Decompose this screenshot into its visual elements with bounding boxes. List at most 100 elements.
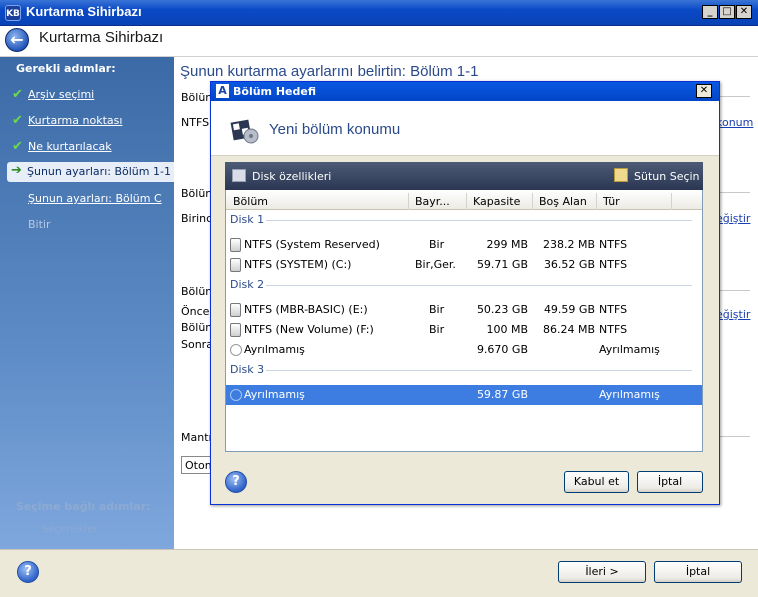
minimize-button[interactable]: _	[702, 5, 718, 19]
sidebar-step-current[interactable]: ➔ Şunun ayarları: Bölüm 1-1	[7, 162, 174, 182]
cell-type: NTFS	[599, 258, 628, 271]
sidebar-step-partition-c[interactable]: Şunun ayarları: Bölüm C	[8, 189, 174, 209]
cell-name: Ayrılmamış	[244, 388, 305, 401]
disk-properties-button[interactable]: Disk özellikleri	[252, 170, 331, 183]
dialog-title: Bölüm Hedefi	[233, 85, 316, 98]
close-button[interactable]: ✕	[736, 5, 752, 19]
sidebar-step-label: Bitir	[28, 218, 51, 231]
dialog-cancel-button[interactable]: İptal	[637, 471, 703, 493]
accept-button[interactable]: Kabul et	[564, 471, 629, 493]
partition-row[interactable]: NTFS (SYSTEM) (C:) Bir,Ger. 59.71 GB 36.…	[226, 255, 702, 275]
column-header-free[interactable]: Boş Alan	[533, 193, 597, 210]
choose-columns-button[interactable]: Sütun Seçin	[634, 170, 700, 183]
cell-capacity: 299 MB	[486, 238, 528, 251]
disk-group-label: Disk 3	[230, 363, 265, 376]
unallocated-icon	[230, 344, 242, 356]
check-icon: ✔	[12, 139, 23, 154]
partition-row[interactable]: NTFS (New Volume) (F:) Bir 100 MB 86.24 …	[226, 320, 702, 340]
partition-row[interactable]: NTFS (MBR-BASIC) (E:) Bir 50.23 GB 49.59…	[226, 300, 702, 320]
cell-flags: Bir	[429, 323, 445, 336]
app-icon: KB	[5, 5, 21, 21]
group-divider	[266, 220, 692, 221]
partition-row-unallocated-selected[interactable]: Ayrılmamış 59.87 GB Ayrılmamış	[226, 385, 702, 405]
sidebar-optional-item: Seçenekler	[42, 524, 98, 535]
disk-properties-icon	[232, 169, 246, 182]
content-title: Şunun kurtarma ayarlarını belirtin: Bölü…	[180, 63, 479, 80]
group-divider	[266, 285, 692, 286]
column-header-flags[interactable]: Bayr...	[409, 193, 467, 210]
arrow-right-icon: ➔	[11, 163, 22, 178]
disk-group-label: Disk 1	[230, 213, 265, 226]
cell-flags: Bir,Ger.	[415, 258, 456, 271]
divider	[720, 436, 750, 437]
partition-icon	[230, 258, 241, 272]
partition-icon	[230, 323, 241, 337]
partition-row-unallocated[interactable]: Ayrılmamış 9.670 GB Ayrılmamış	[226, 340, 702, 360]
cell-name: NTFS (System Reserved)	[244, 238, 380, 251]
cell-capacity: 100 MB	[486, 323, 528, 336]
column-header-capacity[interactable]: Kapasite	[467, 193, 533, 210]
cell-capacity: 50.23 GB	[476, 303, 528, 316]
cell-type: NTFS	[599, 303, 628, 316]
sidebar-step-label: Arşiv seçimi	[28, 88, 95, 101]
cell-free: 36.52 GB	[543, 258, 595, 271]
cell-free: 86.24 MB	[542, 323, 595, 336]
cell-name: NTFS (New Volume) (F:)	[244, 323, 374, 336]
sidebar-step-finish: Bitir	[8, 215, 174, 235]
cell-flags: Bir	[429, 238, 445, 251]
sidebar-step-archive[interactable]: ✔ Arşiv seçimi	[8, 85, 174, 105]
header-title: Kurtarma Sihirbazı	[39, 29, 164, 46]
column-header-type[interactable]: Tür	[597, 193, 672, 210]
cell-capacity: 9.670 GB	[476, 343, 528, 356]
check-icon: ✔	[12, 113, 23, 128]
sidebar-step-label: Kurtarma noktası	[28, 114, 123, 127]
column-header-partition[interactable]: Bölüm	[227, 193, 409, 210]
divider	[720, 96, 750, 97]
sidebar-optional-heading: Seçime bağlı adımlar:	[16, 500, 151, 513]
choose-columns-icon	[614, 168, 628, 182]
maximize-button[interactable]: □	[719, 5, 735, 19]
cell-name: Ayrılmamış	[244, 343, 305, 356]
cell-free: 238.2 MB	[542, 238, 595, 251]
next-button[interactable]: İleri >	[558, 561, 646, 583]
acronis-logo-icon: A	[216, 84, 229, 98]
sidebar-step-label: Şunun ayarları: Bölüm C	[28, 192, 162, 205]
unallocated-icon	[230, 389, 242, 401]
cell-type: NTFS	[599, 323, 628, 336]
disk-group-label: Disk 2	[230, 278, 265, 291]
check-icon: ✔	[12, 87, 23, 102]
sidebar-step-recovery-point[interactable]: ✔ Kurtarma noktası	[8, 111, 174, 131]
sidebar-step-label: Ne kurtarılacak	[28, 140, 112, 153]
partition-location-icon	[230, 119, 259, 144]
cell-capacity: 59.71 GB	[476, 258, 528, 271]
sidebar-heading: Gerekli adımlar:	[16, 62, 116, 75]
dialog-help-icon[interactable]: ?	[225, 471, 247, 493]
window-title: Kurtarma Sihirbazı	[26, 4, 142, 19]
partition-icon	[230, 238, 241, 252]
content-label: Sonra	[181, 338, 213, 351]
cell-type: Ayrılmamış	[599, 388, 660, 401]
cell-name: NTFS (MBR-BASIC) (E:)	[244, 303, 368, 316]
partition-icon	[230, 303, 241, 317]
divider	[720, 192, 750, 193]
dialog-heading: Yeni bölüm konumu	[269, 121, 401, 138]
partition-row[interactable]: NTFS (System Reserved) Bir 299 MB 238.2 …	[226, 235, 702, 255]
cell-capacity: 59.87 GB	[476, 388, 528, 401]
cell-name: NTFS (SYSTEM) (C:)	[244, 258, 352, 271]
cell-flags: Bir	[429, 303, 445, 316]
cancel-button[interactable]: İptal	[654, 561, 742, 583]
cell-type: NTFS	[599, 238, 628, 251]
location-link[interactable]: konum	[716, 116, 753, 129]
group-divider	[266, 370, 692, 371]
cell-type: Ayrılmamış	[599, 343, 660, 356]
sidebar-step-what-to-recover[interactable]: ✔ Ne kurtarılacak	[8, 137, 174, 157]
help-icon[interactable]: ?	[17, 561, 39, 583]
dialog-close-button[interactable]: ✕	[696, 84, 712, 98]
change-link[interactable]: eğiştir	[716, 212, 750, 225]
divider	[720, 290, 750, 291]
back-arrow-icon[interactable]: ←	[5, 28, 29, 52]
change-link[interactable]: eğiştir	[716, 308, 750, 321]
cell-free: 49.59 GB	[543, 303, 595, 316]
sidebar-step-label: Şunun ayarları: Bölüm 1-1	[27, 165, 171, 178]
content-label: NTFS	[181, 116, 210, 129]
